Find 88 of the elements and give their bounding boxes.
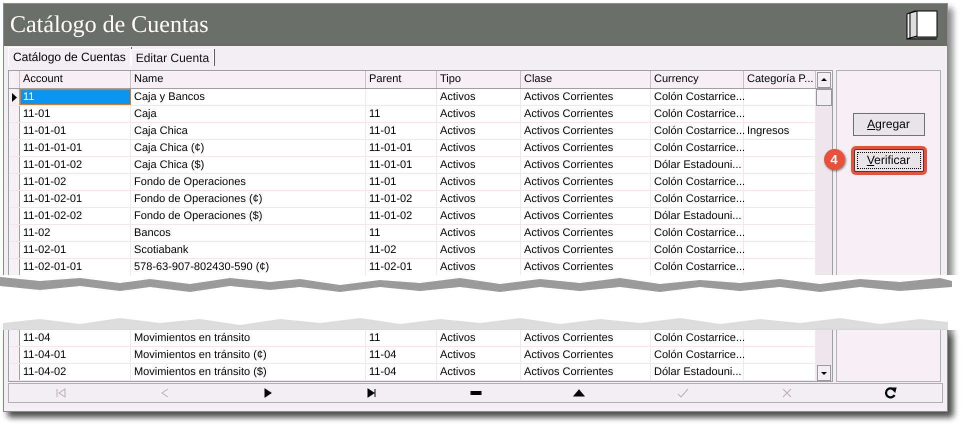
- table-cell: 11-01: [366, 174, 437, 190]
- table-cell: 11-02: [20, 225, 131, 241]
- table-cell: Activos: [437, 89, 521, 105]
- table-cell: Colón Costarrice...: [651, 347, 744, 363]
- table-cell: 11-04: [366, 347, 437, 363]
- table-cell: 11-01-01-02: [20, 157, 131, 173]
- table-cell: Activos: [437, 347, 521, 363]
- table-cell: 11-01-01: [20, 123, 131, 139]
- table-cell: Activos: [437, 106, 521, 122]
- table-cell: Activos Corrientes: [521, 174, 651, 190]
- table-cell: Fondo de Operaciones ($): [131, 208, 366, 224]
- table-cell: Caja Chica: [131, 123, 366, 139]
- table-cell: Colón Costarrice...: [651, 106, 744, 122]
- column-header[interactable]: Name: [131, 71, 366, 88]
- table-cell: Movimientos en tránsito ($): [131, 364, 366, 380]
- tab[interactable]: Editar Cuenta: [130, 49, 214, 66]
- table-cell: Bancos: [131, 225, 366, 241]
- table-cell: Activos Corrientes: [521, 364, 651, 380]
- table-cell: 11-01-02: [20, 174, 131, 190]
- table-cell: Scotiabank: [131, 242, 366, 258]
- table-cell: 11-04: [366, 364, 437, 380]
- table-cell: Dólar Estadouni...: [651, 208, 744, 224]
- table-cell: Colón Costarrice...: [651, 225, 744, 241]
- table-cell: 11-01: [20, 106, 131, 122]
- table-cell: 11-04-01: [20, 347, 131, 363]
- table-cell: Activos Corrientes: [521, 330, 651, 346]
- table-cell: Activos Corrientes: [521, 347, 651, 363]
- window-title: Catálogo de Cuentas: [10, 13, 209, 37]
- table-cell: Activos Corrientes: [521, 242, 651, 258]
- table-cell: 11-01-02: [366, 191, 437, 207]
- table-cell: Movimientos en tránsito: [131, 330, 366, 346]
- table-cell: 11-01-01-01: [20, 140, 131, 156]
- table-cell: Activos: [437, 157, 521, 173]
- table-cell: Activos: [437, 330, 521, 346]
- table-cell: Caja Chica (¢): [131, 140, 366, 156]
- table-cell: 11-01: [366, 123, 437, 139]
- table-cell: Activos Corrientes: [521, 123, 651, 139]
- table-cell: Activos: [437, 364, 521, 380]
- table-cell: Dólar Estadouni...: [651, 364, 744, 380]
- table-cell: 11-01-02-01: [20, 191, 131, 207]
- table-cell: Caja Chica ($): [131, 157, 366, 173]
- table-cell: 11-01-02-02: [20, 208, 131, 224]
- column-header[interactable]: Account: [20, 71, 131, 88]
- column-header[interactable]: Clase: [521, 71, 651, 88]
- table-cell: Caja: [131, 106, 366, 122]
- table-cell: Activos: [437, 174, 521, 190]
- table-cell: 11-04: [20, 330, 131, 346]
- action-button[interactable]: Agregar: [852, 112, 924, 136]
- table-cell: Colón Costarrice...: [651, 123, 744, 139]
- table-cell: Caja y Bancos: [131, 89, 366, 105]
- table-cell: 11: [366, 330, 437, 346]
- table-cell: Colón Costarrice...: [651, 89, 744, 105]
- table-cell: Fondo de Operaciones (¢): [131, 191, 366, 207]
- table-cell: 11-01-01: [366, 140, 437, 156]
- table-cell: Activos Corrientes: [521, 106, 651, 122]
- table-cell: Activos: [437, 225, 521, 241]
- table-cell: Colón Costarrice...: [651, 330, 744, 346]
- table-cell: Colón Costarrice...: [651, 242, 744, 258]
- table-cell: Dólar Estadouni...: [651, 157, 744, 173]
- table-cell: Activos: [437, 208, 521, 224]
- table-cell: Activos: [437, 140, 521, 156]
- table-cell: 11: [366, 106, 437, 122]
- table-cell: 11: [20, 89, 131, 105]
- table-cell: Activos Corrientes: [521, 191, 651, 207]
- table-cell: Activos Corrientes: [521, 89, 651, 105]
- table-cell: Activos: [437, 242, 521, 258]
- table-cell: Activos Corrientes: [521, 225, 651, 241]
- table-cell: 11-01-02: [366, 208, 437, 224]
- column-header[interactable]: Tipo: [437, 71, 521, 88]
- table-cell: 11-04-02: [20, 364, 131, 380]
- table-cell: 11: [366, 225, 437, 241]
- table-cell: Activos: [437, 123, 521, 139]
- table-cell: 11-02: [366, 242, 437, 258]
- table-cell: 11-01-01: [366, 157, 437, 173]
- table-cell: Colón Costarrice...: [651, 191, 744, 207]
- table-cell: Colón Costarrice...: [651, 140, 744, 156]
- table-cell: Fondo de Operaciones: [131, 174, 366, 190]
- tab[interactable]: Catálogo de Cuentas: [8, 47, 131, 66]
- column-header[interactable]: Parent: [366, 71, 437, 88]
- table-cell: Colón Costarrice...: [651, 174, 744, 190]
- table-cell: Activos Corrientes: [521, 157, 651, 173]
- table-cell: Movimientos en tránsito (¢): [131, 347, 366, 363]
- column-header[interactable]: Categoría P...: [744, 71, 816, 88]
- column-header[interactable]: Currency: [651, 71, 744, 88]
- table-cell: Activos Corrientes: [521, 140, 651, 156]
- table-cell: Activos Corrientes: [521, 208, 651, 224]
- table-cell: 11-02-01: [20, 242, 131, 258]
- table-cell: Activos: [437, 191, 521, 207]
